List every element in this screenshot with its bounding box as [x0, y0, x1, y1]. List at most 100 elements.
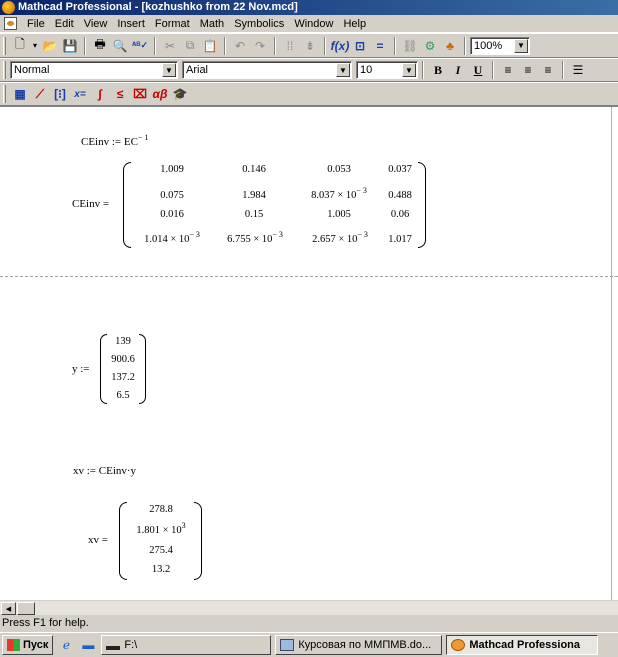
calculus-palette-icon[interactable]: ∫: [90, 84, 110, 104]
ydef-expression[interactable]: y := 139 900.6 137.2 6.5: [72, 332, 152, 406]
undo-icon[interactable]: ↶: [230, 36, 250, 56]
separator: [274, 36, 276, 55]
toolbar-grip[interactable]: [3, 36, 6, 55]
print-icon[interactable]: 🖶: [90, 36, 110, 56]
underline-button[interactable]: U: [468, 60, 488, 80]
new-dropdown-icon[interactable]: ▾: [30, 36, 40, 56]
italic-button[interactable]: I: [448, 60, 468, 80]
programming-palette-icon[interactable]: ⌧: [130, 84, 150, 104]
separator: [84, 36, 86, 55]
vector-cell: 137.2: [111, 372, 135, 383]
matrix-cell: 0.016: [160, 209, 184, 220]
matrix-cell: 0.06: [390, 209, 410, 220]
task-label: Курсовая по ММПМВ.do...: [298, 639, 432, 651]
toolbar-grip[interactable]: [3, 85, 6, 103]
insert-unit-icon[interactable]: ⊡: [350, 36, 370, 56]
matrix-cell: 0.15: [244, 209, 264, 220]
new-file-icon[interactable]: 🗋: [10, 36, 30, 56]
window-title: Mathcad Professional - [kozhushko from 2…: [18, 1, 298, 13]
calculate-icon[interactable]: =: [370, 36, 390, 56]
matrix-cell-sci: 6.755 × 10− 3: [214, 230, 296, 245]
vector-cell: 13.2: [151, 564, 171, 575]
scroll-left-icon[interactable]: ◀: [1, 602, 16, 615]
menu-edit[interactable]: Edit: [50, 15, 79, 33]
mathcad-icon[interactable]: [2, 1, 15, 14]
menu-math[interactable]: Math: [195, 15, 229, 33]
bullets-icon[interactable]: ☰: [568, 60, 588, 80]
taskbar: Пуск ℯ ▬ F:\ Курсовая по ММПМВ.do... Mat…: [0, 632, 618, 657]
boolean-palette-icon[interactable]: ≤: [110, 84, 130, 104]
font-select[interactable]: Arial ▼: [182, 61, 352, 79]
separator: [422, 61, 424, 79]
mathcad-icon: [451, 639, 466, 651]
vector-cell-sci: 1.801 × 103: [124, 521, 198, 536]
spell-check-icon[interactable]: ᴬᴮ✓: [130, 36, 150, 56]
worksheet[interactable]: CEinv := EC− 1 CEinv = 1.009 0.146 0.053…: [0, 106, 618, 600]
zoom-value: 100%: [474, 39, 503, 52]
matrix-cell-sci: 1.014 × 10− 3: [130, 230, 214, 245]
graph-palette-icon[interactable]: ⟋: [30, 84, 50, 104]
document-icon[interactable]: [4, 17, 17, 30]
toolbar-grip[interactable]: [3, 61, 6, 79]
calculator-palette-icon[interactable]: ▦: [10, 84, 30, 104]
ceres-expression[interactable]: CEinv = 1.009 0.146 0.053 0.037 0.075 1.…: [72, 160, 432, 250]
font-size-select[interactable]: 10 ▼: [356, 61, 418, 79]
task-mathcad[interactable]: Mathcad Professiona: [446, 635, 599, 655]
menu-format[interactable]: Format: [150, 15, 195, 33]
zoom-select[interactable]: 100% ▼: [470, 36, 530, 55]
scroll-thumb[interactable]: [17, 602, 35, 615]
menu-view[interactable]: View: [79, 15, 113, 33]
font-size-value: 10: [360, 64, 373, 76]
xvdef-expression[interactable]: xv := CEinv·y: [73, 465, 136, 477]
align-right-icon[interactable]: ≡: [538, 60, 558, 80]
page-break-line: [0, 276, 618, 277]
style-value: Normal: [14, 64, 50, 76]
font-value: Arial: [186, 64, 209, 76]
cedef-expression[interactable]: CEinv := EC− 1: [81, 133, 148, 148]
insert-function-icon[interactable]: f(x): [330, 36, 350, 56]
paste-icon[interactable]: 📋: [200, 36, 220, 56]
ydef-lhs: y :=: [72, 363, 90, 375]
redo-icon[interactable]: ↷: [250, 36, 270, 56]
save-icon[interactable]: 💾: [60, 36, 80, 56]
print-preview-icon[interactable]: 🔍: [110, 36, 130, 56]
menu-insert[interactable]: Insert: [112, 15, 150, 33]
cut-icon[interactable]: ✂: [160, 36, 180, 56]
matrix-palette-icon[interactable]: [⁝]: [50, 84, 70, 104]
menu-help[interactable]: Help: [338, 15, 371, 33]
desktop-icon[interactable]: ▬: [79, 637, 97, 653]
math-toolbar: ▦ ⟋ [⁝] x= ∫ ≤ ⌧ αβ 🎓: [0, 82, 618, 106]
style-dropdown-icon[interactable]: ▼: [162, 63, 176, 77]
cedef-lhs: CEinv: [81, 136, 110, 148]
resource-center-icon[interactable]: ♣: [440, 36, 460, 56]
insert-component-icon[interactable]: ⚙: [420, 36, 440, 56]
align-center-icon[interactable]: ≡: [518, 60, 538, 80]
font-size-dropdown-icon[interactable]: ▼: [402, 63, 416, 77]
task-explorer[interactable]: F:\: [101, 635, 272, 655]
copy-icon[interactable]: ⧉: [180, 36, 200, 56]
separator: [324, 36, 326, 55]
task-word[interactable]: Курсовая по ММПМВ.do...: [275, 635, 443, 655]
matrix-cell-exp: − 3: [189, 230, 200, 239]
open-folder-icon[interactable]: 📂: [40, 36, 60, 56]
vector-cell-mantissa: 1.801 × 10: [136, 525, 182, 536]
menu-window[interactable]: Window: [289, 15, 338, 33]
ie-icon[interactable]: ℯ: [57, 637, 75, 653]
style-select[interactable]: Normal ▼: [10, 61, 178, 79]
align-left-icon[interactable]: ≡: [498, 60, 518, 80]
font-dropdown-icon[interactable]: ▼: [336, 63, 350, 77]
menu-symbolics[interactable]: Symbolics: [229, 15, 289, 33]
zoom-dropdown-icon[interactable]: ▼: [514, 38, 528, 53]
insert-hyperlink-icon[interactable]: ⛓: [400, 36, 420, 56]
align-across-icon[interactable]: ⁞⁞: [280, 36, 300, 56]
greek-palette-icon[interactable]: αβ: [150, 84, 170, 104]
bold-button[interactable]: B: [428, 60, 448, 80]
horizontal-scrollbar[interactable]: ◀: [0, 600, 618, 615]
symbolic-palette-icon[interactable]: 🎓: [170, 84, 190, 104]
xvres-expression[interactable]: xv = 278.8 1.801 × 103 275.4 13.2: [88, 500, 208, 580]
align-down-icon[interactable]: ⇟: [300, 36, 320, 56]
menu-file[interactable]: File: [22, 15, 50, 33]
evaluation-palette-icon[interactable]: x=: [70, 84, 90, 104]
matrix-cell-mantissa: 1.014 × 10: [144, 234, 190, 245]
start-button[interactable]: Пуск: [2, 635, 54, 655]
